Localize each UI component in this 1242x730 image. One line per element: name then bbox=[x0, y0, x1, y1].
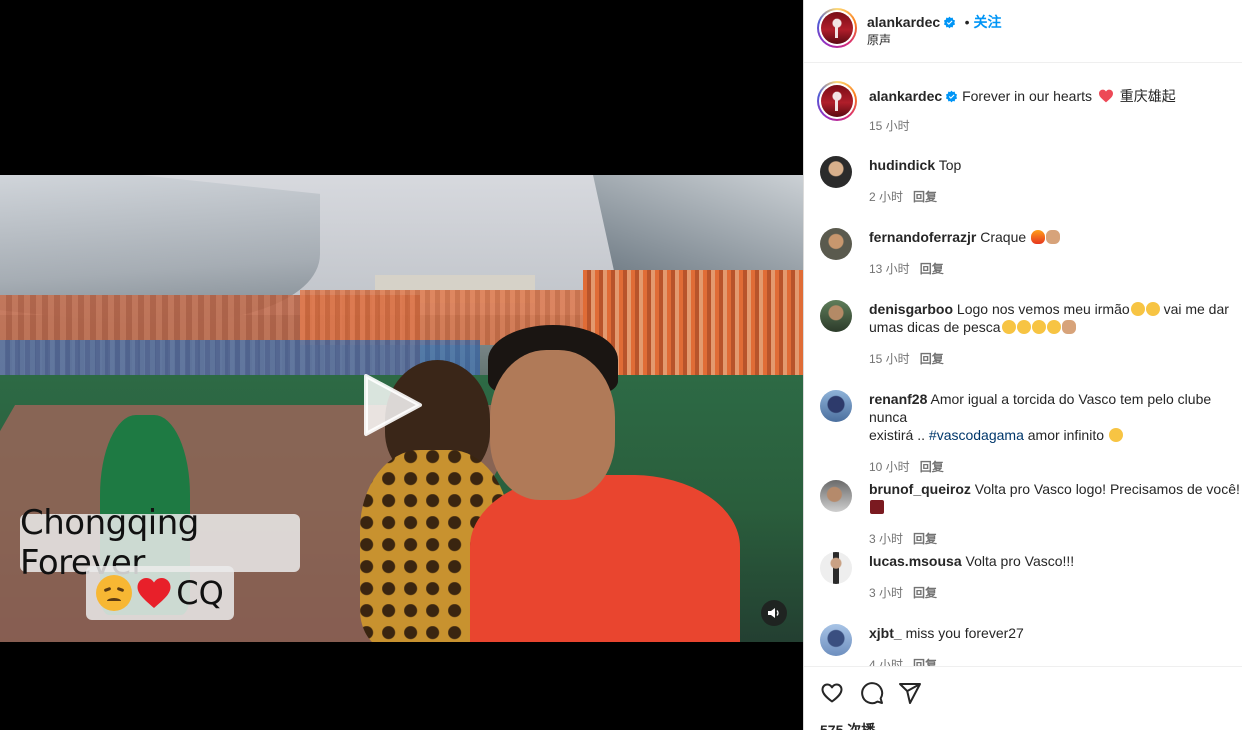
action-bar: 575 次播 bbox=[804, 666, 1242, 730]
heart-eyes-emoji-icon bbox=[1108, 428, 1123, 442]
post-side-panel: alankardec • 关注 原声 alankardec Forever in … bbox=[803, 0, 1242, 730]
commenter-avatar[interactable] bbox=[820, 624, 852, 656]
laughing-emoji-icon bbox=[1016, 320, 1031, 334]
player-face bbox=[490, 350, 615, 500]
caption-username[interactable]: alankardec bbox=[869, 88, 942, 104]
sad-face-icon bbox=[96, 575, 133, 611]
video-caption-line1: Chongqing Forever bbox=[20, 503, 300, 583]
view-count: 575 次播 bbox=[820, 722, 876, 730]
fire-emoji-icon bbox=[1031, 230, 1046, 244]
reply-button[interactable]: 回复 bbox=[920, 352, 944, 366]
red-heart-icon bbox=[137, 578, 171, 608]
play-icon[interactable] bbox=[360, 372, 424, 438]
commenter-username[interactable]: hudindick bbox=[869, 157, 935, 173]
caption-suffix: 重庆雄起 bbox=[1119, 88, 1176, 104]
reply-button[interactable]: 回复 bbox=[920, 460, 944, 474]
comment-item: brunof_queiroz Volta pro Vasco logo! Pre… bbox=[820, 480, 1242, 546]
reply-button[interactable]: 回复 bbox=[913, 658, 937, 666]
reply-button[interactable]: 回复 bbox=[913, 190, 937, 204]
laughing-emoji-icon bbox=[1130, 302, 1145, 316]
commenter-username[interactable]: brunof_queiroz bbox=[869, 481, 971, 497]
comment-item: fernandoferrazjr Craque 13 小时 回复 bbox=[820, 228, 1242, 278]
laughing-emoji-icon bbox=[1031, 320, 1046, 334]
author-username[interactable]: alankardec bbox=[867, 14, 940, 30]
commenter-avatar[interactable] bbox=[820, 390, 852, 422]
audio-label[interactable]: 原声 bbox=[867, 31, 891, 48]
comment-item: hudindick Top 2 小时 回复 bbox=[820, 156, 1242, 206]
caption-text: Forever in our hearts bbox=[962, 88, 1093, 104]
comment-item: lucas.msousa Volta pro Vasco!!! 3 小时 回复 bbox=[820, 552, 1242, 602]
laughing-emoji-icon bbox=[1046, 320, 1061, 334]
commenter-avatar[interactable] bbox=[820, 300, 852, 332]
post-caption: alankardec Forever in our hearts 重庆雄起 15… bbox=[817, 80, 1242, 140]
comments-list[interactable]: alankardec Forever in our hearts 重庆雄起 15… bbox=[804, 64, 1242, 666]
clap-emoji-icon bbox=[1061, 320, 1076, 334]
follow-button[interactable]: 关注 bbox=[974, 14, 1002, 30]
commenter-avatar[interactable] bbox=[820, 228, 852, 260]
post-header: alankardec • 关注 原声 bbox=[804, 0, 1242, 63]
hashtag-link[interactable]: #vascodagama bbox=[929, 427, 1024, 443]
reply-button[interactable]: 回复 bbox=[920, 262, 944, 276]
red-heart-icon bbox=[1098, 89, 1113, 103]
vasco-emoji-icon bbox=[870, 500, 884, 514]
commenter-avatar[interactable] bbox=[820, 480, 852, 512]
heart-icon[interactable] bbox=[820, 681, 844, 705]
commenter-username[interactable]: fernandoferrazjr bbox=[869, 229, 976, 245]
mute-icon bbox=[768, 608, 779, 618]
media-pane: Chongqing Forever CQ bbox=[0, 0, 803, 730]
caption-author-avatar[interactable] bbox=[817, 81, 857, 121]
verified-icon bbox=[946, 90, 958, 103]
mute-button[interactable] bbox=[761, 600, 787, 626]
commenter-username[interactable]: denisgarboo bbox=[869, 301, 953, 317]
comment-item: renanf28 Amor igual a torcida do Vasco t… bbox=[820, 390, 1242, 474]
commenter-username[interactable]: lucas.msousa bbox=[869, 553, 962, 569]
commenter-username[interactable]: xjbt_ bbox=[869, 625, 902, 641]
caption-time: 15 小时 bbox=[869, 119, 910, 133]
instagram-post-modal: Chongqing Forever CQ alankardec •关注 原声 bbox=[0, 0, 1242, 730]
comment-item: denisgarboo Logo nos vemos meu irmão vai… bbox=[820, 300, 1242, 370]
clap-emoji-icon bbox=[1046, 230, 1061, 244]
laughing-emoji-icon bbox=[1145, 302, 1160, 316]
author-avatar[interactable] bbox=[817, 8, 857, 48]
comment-icon[interactable] bbox=[860, 681, 884, 705]
commenter-avatar[interactable] bbox=[820, 156, 852, 188]
comment-item: xjbt_ miss you forever27 4 小时 回复 bbox=[820, 624, 1242, 666]
reply-button[interactable]: 回复 bbox=[913, 586, 937, 600]
laughing-emoji-icon bbox=[1001, 320, 1016, 334]
share-icon[interactable] bbox=[898, 681, 922, 705]
player-red-shirt bbox=[470, 475, 740, 642]
video-caption-line2: CQ bbox=[86, 566, 234, 620]
commenter-avatar[interactable] bbox=[820, 552, 852, 584]
commenter-username[interactable]: renanf28 bbox=[869, 391, 927, 407]
verified-icon bbox=[944, 16, 956, 29]
reply-button[interactable]: 回复 bbox=[913, 532, 937, 546]
